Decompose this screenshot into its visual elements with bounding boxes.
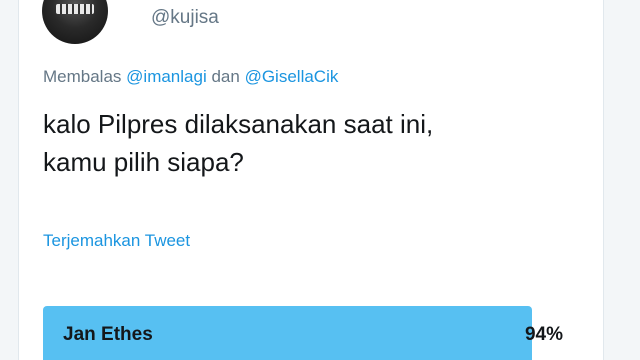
poll-option-percent: 94% xyxy=(524,324,563,345)
user-handle[interactable]: @kujisa xyxy=(151,7,219,29)
translate-tweet-link[interactable]: Terjemahkan Tweet xyxy=(43,231,190,251)
tweet-text: kalo Pilpres dilaksanakan saat ini, kamu… xyxy=(43,105,583,181)
tweet-text-line: kalo Pilpres dilaksanakan saat ini, xyxy=(43,109,434,139)
avatar[interactable] xyxy=(42,0,108,44)
poll: Jan Ethes 94% xyxy=(43,306,563,360)
mention-link-gisellacik[interactable]: @GisellaCik xyxy=(245,67,339,86)
reply-context: Membalas @imanlagi dan @GisellaCik xyxy=(43,67,338,87)
poll-option: Jan Ethes 94% xyxy=(43,306,563,360)
poll-option-label: Jan Ethes xyxy=(63,324,153,345)
reply-prefix: Membalas xyxy=(43,67,122,86)
tweet-text-line: kamu pilih siapa? xyxy=(43,147,244,177)
reply-joiner: dan xyxy=(211,67,240,86)
mention-link-imanlagi[interactable]: @imanlagi xyxy=(126,67,207,86)
avatar-image-detail xyxy=(56,4,94,14)
tweet-card: @kujisa Membalas @imanlagi dan @GisellaC… xyxy=(18,0,604,360)
